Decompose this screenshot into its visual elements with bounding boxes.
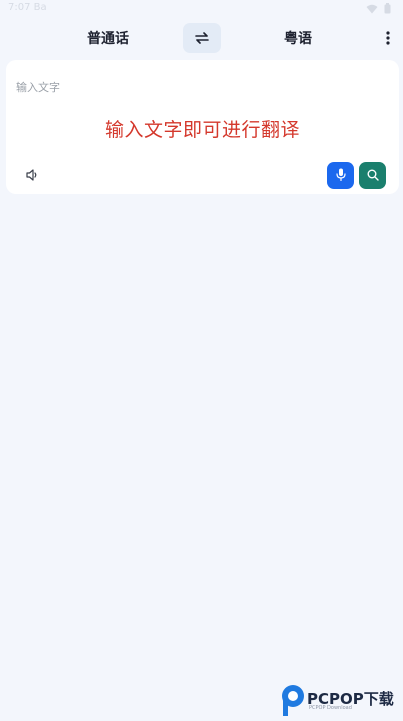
more-options-button[interactable] — [378, 29, 398, 49]
source-language-selector[interactable]: 普通话 — [66, 22, 150, 56]
status-time: 7:07 Ba — [8, 2, 47, 13]
speaker-icon — [25, 166, 39, 185]
target-language-selector[interactable]: 粤语 — [256, 22, 340, 56]
battery-icon — [384, 3, 391, 14]
watermark-subtitle: PCPOP Download — [309, 705, 352, 711]
swap-arrows-icon — [194, 29, 210, 48]
voice-input-button[interactable] — [327, 162, 354, 189]
status-icons — [366, 3, 391, 14]
pcpop-watermark: PCPOP下载 PCPOP Download — [279, 683, 403, 719]
language-bar: 普通话 粤语 — [0, 22, 403, 56]
status-bar: 7:07 Ba — [0, 0, 403, 18]
pcpop-logo — [279, 683, 307, 721]
search-icon — [367, 166, 379, 185]
translate-hint: 输入文字即可进行翻译 — [104, 119, 300, 141]
microphone-icon — [335, 166, 346, 185]
wifi-icon — [366, 4, 378, 14]
swap-languages-button[interactable] — [183, 23, 221, 53]
translate-search-button[interactable] — [359, 162, 386, 189]
more-vertical-icon — [386, 30, 390, 49]
text-input[interactable]: 输入文字 — [16, 79, 60, 95]
speak-button[interactable] — [22, 165, 42, 185]
input-card: 输入文字 输入文字即可进行翻译 — [6, 60, 399, 194]
